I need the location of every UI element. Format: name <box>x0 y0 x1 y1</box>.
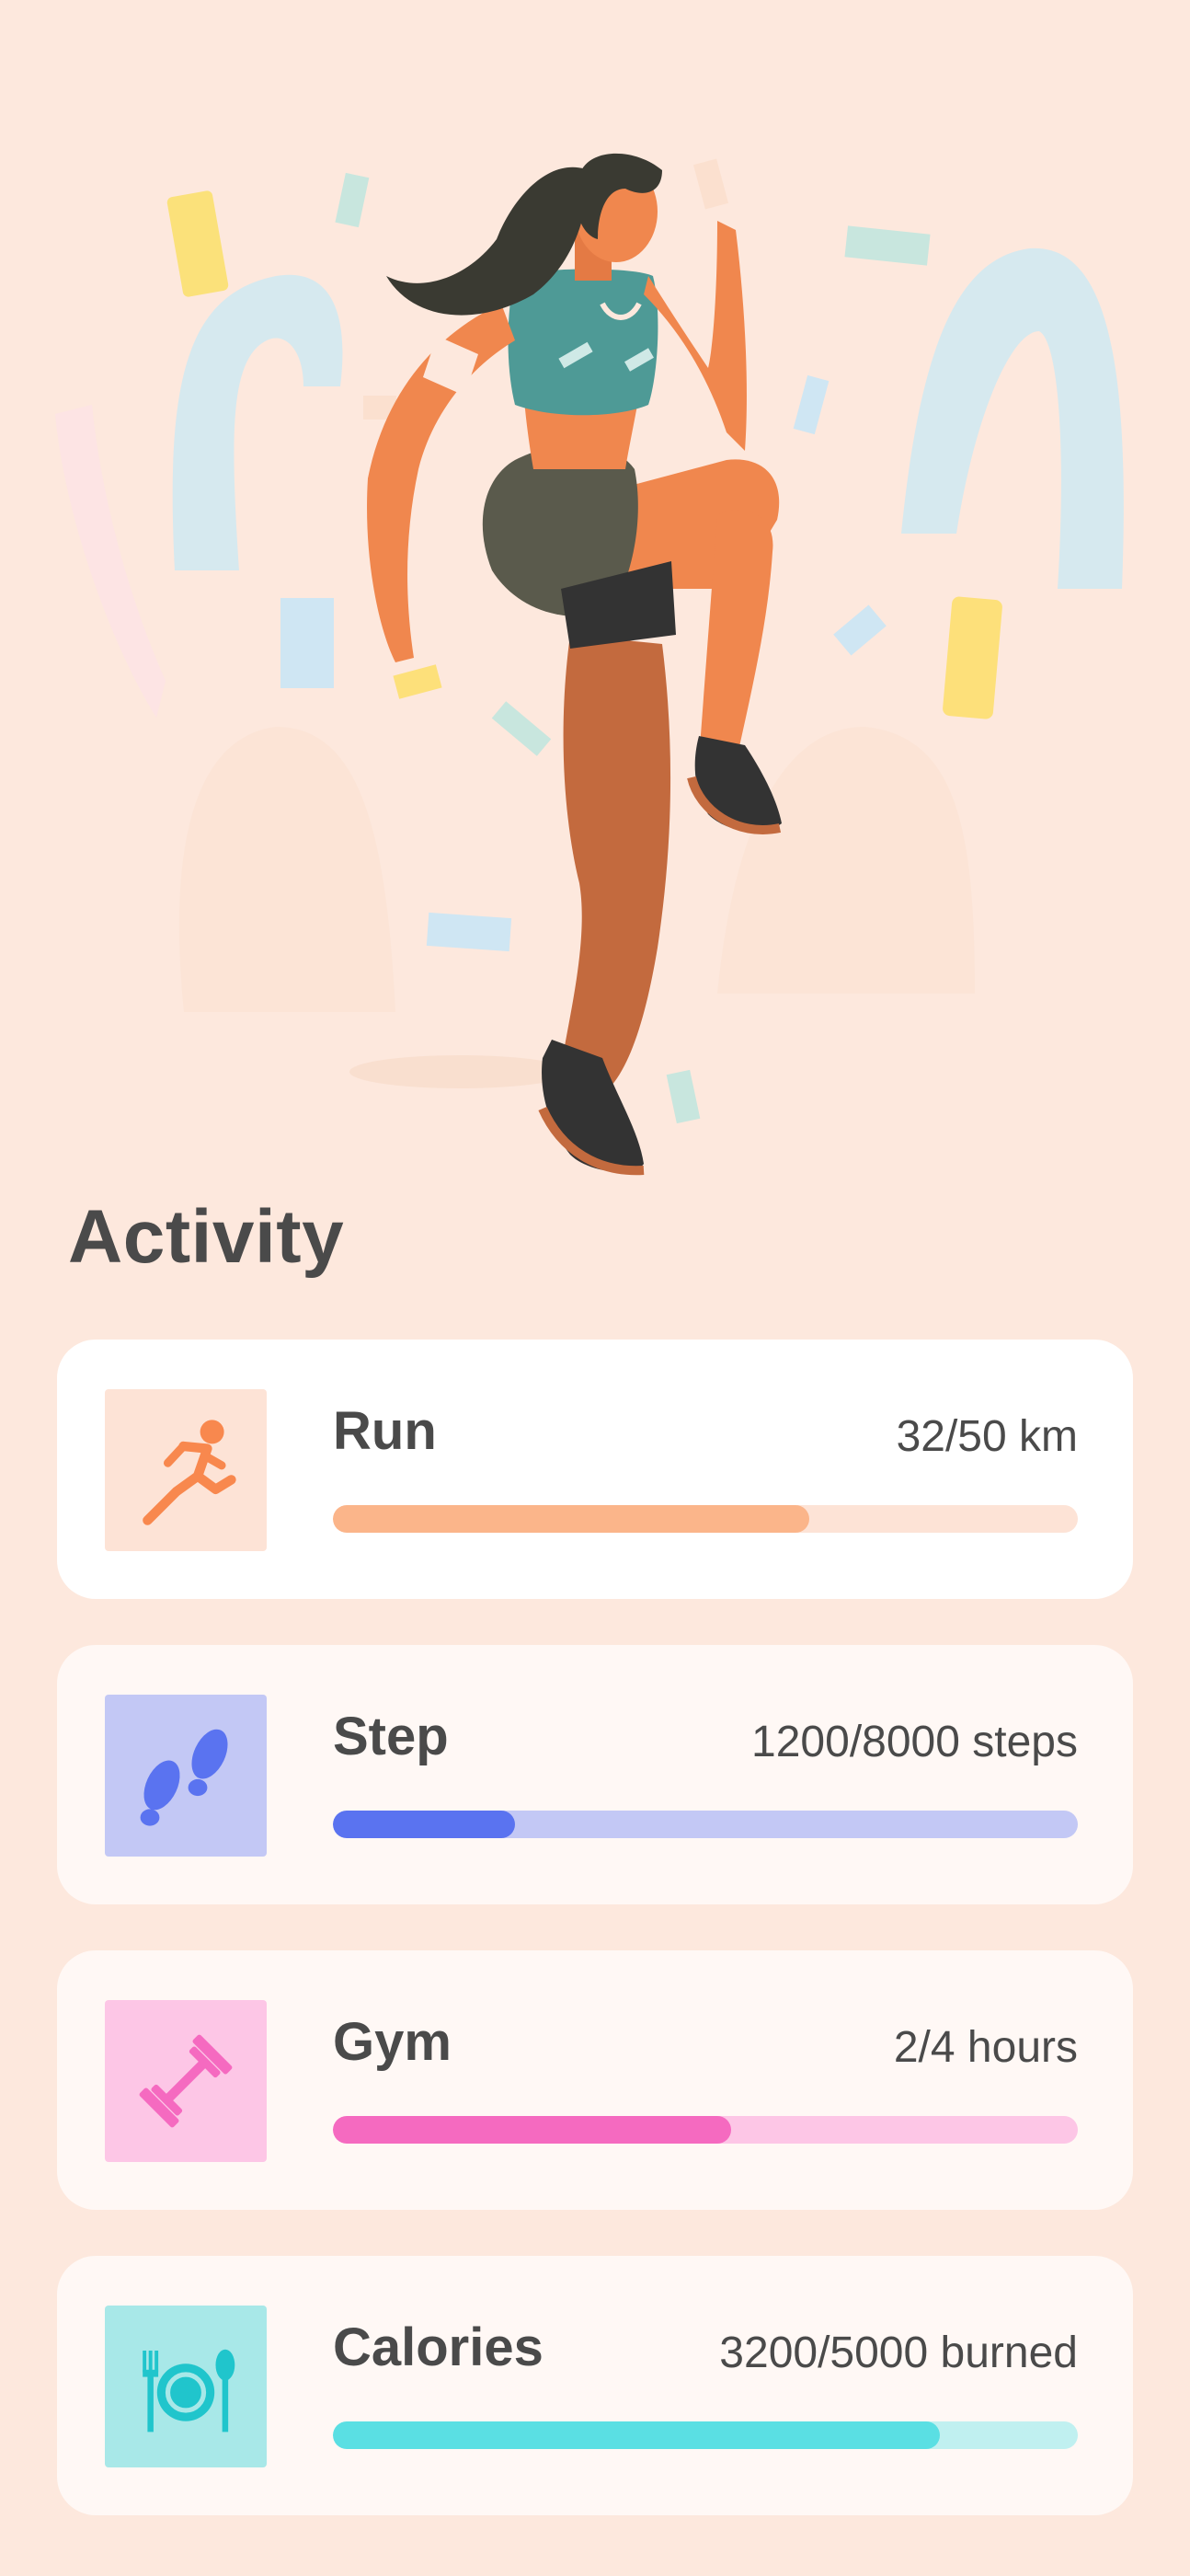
activity-value: 2/4 hours <box>893 2023 1078 2072</box>
activity-value: 3200/5000 burned <box>719 2329 1078 2377</box>
progress-fill <box>333 2421 941 2449</box>
hero-illustration <box>55 153 1124 1176</box>
progress-track <box>333 1811 1078 1838</box>
progress-track <box>333 2116 1078 2144</box>
icon-tile-gym <box>105 2000 267 2162</box>
progress-fill <box>333 1505 810 1533</box>
icon-tile-run <box>105 1389 267 1551</box>
activity-label: Run <box>333 1401 437 1461</box>
progress-track <box>333 2421 1078 2449</box>
activity-card-calories[interactable]: Calories 3200/5000 burned <box>57 2256 1133 2515</box>
activity-value: 1200/8000 steps <box>751 1718 1078 1766</box>
activity-card-run[interactable]: Run 32/50 km <box>57 1340 1133 1599</box>
icon-tile-calories <box>105 2306 267 2467</box>
dumbbell-icon <box>139 2034 233 2128</box>
activity-label: Calories <box>333 2317 544 2377</box>
progress-fill <box>333 1811 516 1838</box>
page-title: Activity <box>68 1195 345 1279</box>
plate-fork-spoon-icon <box>143 2349 235 2432</box>
activity-card-step[interactable]: Step 1200/8000 steps <box>57 1645 1133 1904</box>
activity-value: 32/50 km <box>896 1412 1078 1461</box>
woman-figure <box>349 153 782 1176</box>
progress-track <box>333 1505 1078 1533</box>
activity-label: Step <box>333 1707 449 1766</box>
running-person-icon <box>143 1420 236 1525</box>
footprints-icon <box>140 1729 228 1826</box>
activity-card-gym[interactable]: Gym 2/4 hours <box>57 1950 1133 2210</box>
activity-label: Gym <box>333 2012 452 2072</box>
icon-tile-step <box>105 1695 267 1857</box>
progress-fill <box>333 2116 732 2144</box>
